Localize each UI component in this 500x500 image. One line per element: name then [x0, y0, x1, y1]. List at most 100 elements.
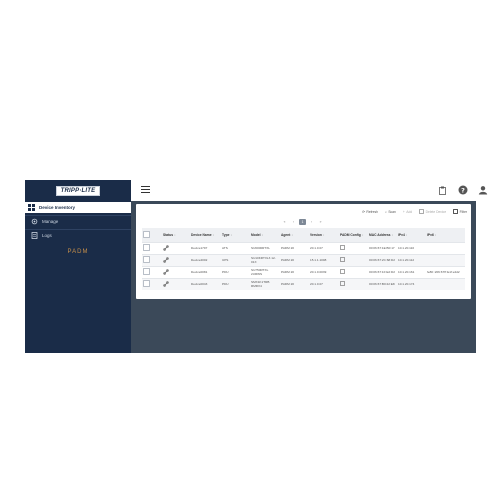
scan-icon: ⌕ — [384, 209, 387, 214]
filter-icon — [453, 209, 459, 214]
column-header-type[interactable]: Type↕ — [221, 228, 250, 243]
product-brand: PADM — [67, 249, 89, 255]
type-cell: ATS — [221, 242, 250, 255]
row-select-cell — [142, 278, 162, 290]
agent-cell: PADM 20 — [280, 266, 309, 279]
config-icon[interactable] — [340, 269, 345, 275]
column-header-mac-address[interactable]: MAC Address↕ — [368, 228, 397, 243]
column-header-ipv6[interactable]: IPv6↕ — [426, 228, 465, 243]
ipv4-cell: 10.1.20.161 — [397, 266, 426, 279]
version-cell: 15.1.1.1008 — [309, 254, 339, 267]
model-cell: SU750RTXL 2URWS — [250, 266, 280, 279]
row-select-cell — [142, 242, 162, 255]
device-name-cell: Device0081 — [190, 266, 221, 279]
add-button[interactable]: + Add — [403, 209, 412, 214]
log-icon — [31, 232, 38, 239]
mac-address-cell: 00:06:67:1F:E2:D2 — [368, 266, 397, 279]
table-row[interactable]: Device2002 UPS SU10KRTXL3 12-01X PADM 20… — [142, 254, 465, 267]
sidebar-item-label: Manage — [42, 219, 59, 224]
table-toolbar: ⟳ Refresh ⌕ Scan + Add Delete Device Filter — [362, 209, 467, 214]
column-header-status[interactable]: Status↕ — [162, 228, 190, 243]
sort-icon: ↕ — [212, 233, 215, 237]
refresh-icon: ⟳ — [362, 209, 365, 214]
user-icon[interactable] — [477, 184, 489, 196]
delete-device-button[interactable]: Delete Device — [419, 209, 446, 214]
sidebar-item-logs[interactable]: Logs — [25, 229, 131, 241]
ipv6-cell — [426, 242, 465, 255]
device-inventory-card: ⟳ Refresh ⌕ Scan + Add Delete Device Filter… — [136, 204, 471, 299]
sidebar-item-manage[interactable]: Manage — [25, 215, 131, 227]
agent-cell: PADM 20 — [280, 254, 309, 267]
model-cell: SU10KRTXL3 12-01X — [250, 254, 280, 267]
sort-icon: ↕ — [230, 233, 233, 237]
row-checkbox[interactable] — [143, 268, 150, 276]
sort-icon: ↕ — [174, 233, 176, 237]
grid-icon — [28, 204, 35, 211]
scan-button[interactable]: ⌕ Scan — [385, 209, 396, 214]
table-row[interactable]: Device0081 PDU SU750RTXL 2URWS PADM 20 2… — [142, 266, 465, 279]
type-cell: PDU — [221, 266, 250, 279]
ipv6-cell: fe80::206:67ff:fe1f:e2d2 — [426, 266, 465, 279]
pagination: « ‹ 1 › » — [281, 219, 324, 225]
status-cell — [162, 266, 190, 279]
config-icon[interactable] — [340, 245, 345, 251]
sort-icon: ↕ — [322, 233, 325, 237]
status-cell — [162, 254, 190, 267]
select-all-checkbox[interactable] — [143, 231, 150, 238]
mac-address-cell: 00:06:67:2C:68:D2 — [368, 254, 397, 267]
logo-text: TRIPP·LITE — [55, 185, 101, 196]
table-row[interactable]: Device1797 ATS SU6000RTXL PADM 20 20.1.0… — [142, 242, 465, 255]
padm-config-cell — [339, 266, 368, 279]
clipboard-icon[interactable] — [436, 184, 448, 196]
version-cell: 20.1.0.07 — [309, 242, 339, 255]
row-checkbox[interactable] — [143, 256, 150, 264]
svg-text:?: ? — [461, 186, 465, 194]
version-cell: 20.1.0.0039 — [309, 266, 339, 279]
column-header-agent[interactable]: Agent↕ — [280, 228, 309, 243]
sort-icon: ↕ — [434, 233, 437, 237]
pager-next[interactable]: › — [308, 219, 315, 225]
filter-button[interactable]: Filter — [453, 209, 467, 214]
ipv6-cell — [426, 278, 465, 290]
sidebar: TRIPP·LITE Device Inventory Manage Logs … — [22, 180, 131, 353]
app-window: TRIPP·LITE Device Inventory Manage Logs … — [22, 180, 488, 353]
link-icon — [163, 281, 169, 288]
help-icon[interactable]: ? — [457, 184, 469, 196]
ipv6-cell — [426, 254, 465, 267]
logo: TRIPP·LITE — [25, 180, 131, 201]
agent-cell: PADM 20 — [280, 242, 309, 255]
hamburger-icon[interactable] — [141, 186, 150, 194]
mac-address-cell: 00:06:67:1E:B0:17 — [368, 242, 397, 255]
refresh-button[interactable]: ⟳ Refresh — [362, 209, 378, 214]
row-checkbox[interactable] — [143, 244, 150, 252]
mac-address-cell: 00:06:67:B0:22:E8 — [368, 278, 397, 290]
model-cell: SU6000RTXL — [250, 242, 280, 255]
config-icon[interactable] — [340, 257, 345, 263]
link-icon — [163, 245, 169, 252]
status-cell — [162, 278, 190, 290]
padm-config-cell — [339, 242, 368, 255]
table-row[interactable]: Device0043 PDU SMX1K1TRB RMRX4 PADM 20 2… — [142, 278, 465, 290]
sidebar-item-device-inventory[interactable]: Device Inventory — [22, 202, 131, 213]
pager-first[interactable]: « — [281, 219, 288, 225]
row-checkbox[interactable] — [143, 280, 150, 288]
sort-icon: ↕ — [261, 233, 264, 237]
pager-prev[interactable]: ‹ — [290, 219, 297, 225]
column-header-ipv4[interactable]: IPv4↕ — [397, 228, 426, 243]
config-icon[interactable] — [340, 281, 345, 287]
version-cell: 20.1.0.07 — [309, 278, 339, 290]
select-all-cell — [142, 228, 162, 243]
column-header-padm-config[interactable]: PADM Config↕ — [339, 228, 368, 243]
sidebar-item-label: Device Inventory — [39, 205, 76, 210]
column-header-model[interactable]: Model↕ — [250, 228, 280, 243]
column-header-device-name[interactable]: Device Name↕ — [190, 228, 221, 243]
sort-icon: ↕ — [391, 233, 394, 237]
column-header-version[interactable]: Version↕ — [309, 228, 339, 243]
pager-last[interactable]: » — [317, 219, 324, 225]
type-cell: PDU — [221, 278, 250, 290]
padm-config-cell — [339, 278, 368, 290]
row-select-cell — [142, 266, 162, 279]
table-header-row: Status↕ Device Name↕ Type↕ Model↕ Agent↕… — [142, 228, 465, 243]
pager-current-page[interactable]: 1 — [299, 219, 306, 225]
sort-icon: ↕ — [361, 233, 364, 237]
